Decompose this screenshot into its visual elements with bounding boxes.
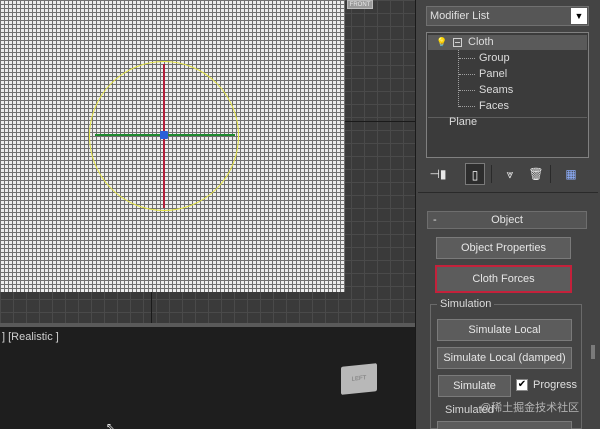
- stack-toolbar: ⊣▮ ▯ ⩔ 🗑 ▦: [426, 163, 589, 185]
- make-unique-icon[interactable]: ⩔: [500, 163, 520, 185]
- stack-item-cloth[interactable]: 💡 Cloth: [428, 35, 587, 50]
- lightbulb-icon[interactable]: 💡: [436, 37, 447, 48]
- gizmo-center[interactable]: [160, 131, 168, 139]
- rollout-title: Object: [491, 214, 523, 226]
- panel-scrollbar[interactable]: [591, 345, 595, 359]
- simulation-group-title: Simulation: [437, 298, 495, 310]
- stack-subitem-seams[interactable]: Seams: [458, 83, 578, 98]
- erase-simulation-button[interactable]: [437, 421, 572, 429]
- simulate-local-button[interactable]: Simulate Local: [437, 319, 572, 341]
- show-end-result-icon[interactable]: ▯: [465, 163, 485, 185]
- rollout-separator: [418, 192, 598, 193]
- stack-subitem-panel[interactable]: Panel: [458, 67, 578, 82]
- grid-axis-line: [345, 121, 415, 122]
- object-properties-button[interactable]: Object Properties: [436, 237, 571, 259]
- simulate-button[interactable]: Simulate: [438, 375, 511, 397]
- object-rollout-header[interactable]: Object -: [427, 211, 587, 229]
- configure-sets-icon[interactable]: ▦: [561, 163, 581, 185]
- stack-item-plane[interactable]: Plane: [435, 115, 575, 130]
- mouse-cursor-icon: ⇖: [106, 422, 115, 429]
- simulate-local-damped-button[interactable]: Simulate Local (damped): [437, 347, 572, 369]
- bottom-viewport[interactable]: ] [Realistic ] LEFT ⇖: [0, 327, 415, 429]
- watermark-text: @稀土掘金技术社区: [480, 402, 580, 414]
- modifier-list-value: Modifier List: [430, 10, 490, 22]
- modifier-list-dropdown[interactable]: Modifier List ▼: [426, 6, 589, 26]
- pin-stack-icon[interactable]: ⊣▮: [428, 163, 448, 185]
- top-viewport[interactable]: FRONT: [0, 0, 415, 323]
- progress-label: Progress: [533, 379, 578, 391]
- cloth-forces-button[interactable]: Cloth Forces: [435, 265, 572, 293]
- toolbar-divider: [550, 165, 551, 183]
- stack-item-label: Cloth: [468, 36, 494, 48]
- viewport-shading-label[interactable]: ] [Realistic ]: [2, 331, 59, 343]
- chevron-down-icon[interactable]: ▼: [571, 8, 587, 24]
- collapse-icon: -: [433, 214, 437, 226]
- trash-icon[interactable]: 🗑: [526, 163, 546, 185]
- grid-axis-line: [151, 292, 152, 323]
- modifier-stack: 💡 Cloth Group Panel Seams Faces Plane: [426, 32, 589, 158]
- progress-checkbox[interactable]: ✔: [516, 379, 528, 391]
- viewcube[interactable]: LEFT: [341, 363, 377, 395]
- stack-subitem-group[interactable]: Group: [458, 51, 578, 66]
- command-panel: Modifier List ▼ 💡 Cloth Group Panel Seam…: [415, 0, 600, 429]
- stack-subitem-faces[interactable]: Faces: [458, 99, 578, 114]
- collapse-toggle-icon[interactable]: [453, 38, 462, 47]
- viewcube[interactable]: FRONT: [347, 0, 373, 9]
- toolbar-divider: [491, 165, 492, 183]
